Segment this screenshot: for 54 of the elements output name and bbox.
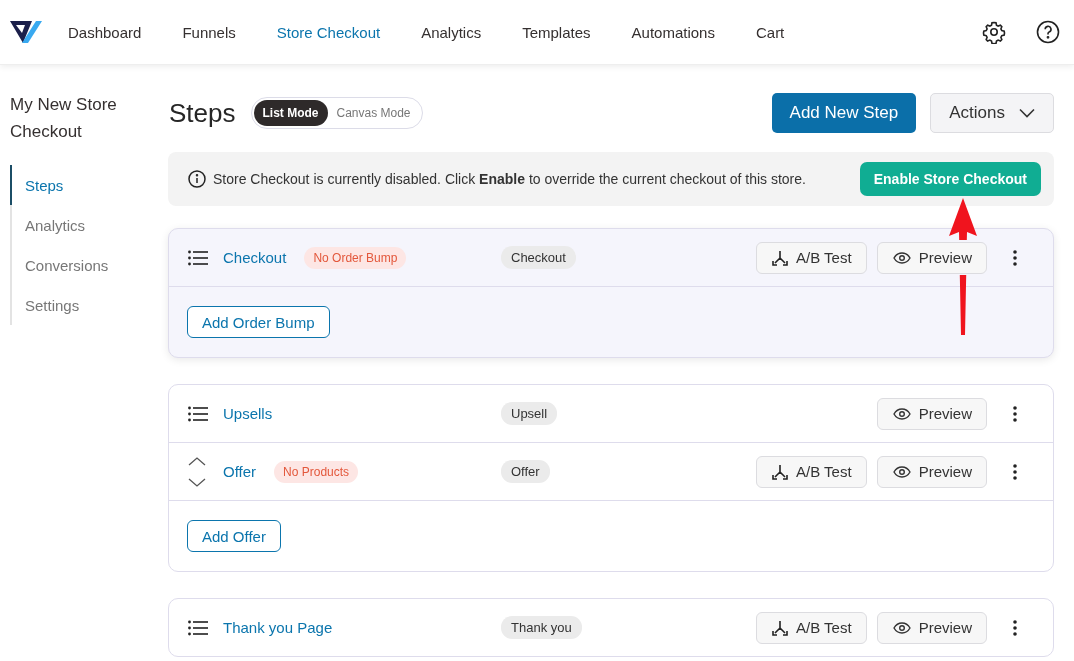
help-icon[interactable] — [1036, 20, 1060, 44]
nav-link[interactable]: Automations — [631, 23, 715, 41]
ab-test-button[interactable]: A/B Test — [756, 611, 867, 644]
preview-button[interactable]: Preview — [876, 611, 987, 644]
more-icon[interactable] — [1013, 405, 1017, 422]
info-icon — [188, 170, 206, 188]
sidebar-item[interactable]: Settings — [10, 285, 168, 325]
actions-dropdown[interactable]: Actions — [930, 93, 1054, 133]
settings-icon[interactable] — [982, 20, 1006, 44]
ab-test-button[interactable]: A/B Test — [756, 455, 867, 488]
step-link[interactable]: Upsells — [223, 405, 273, 422]
page-title: Steps — [169, 97, 236, 129]
more-icon[interactable] — [1013, 463, 1017, 480]
preview-button[interactable]: Preview — [876, 455, 987, 488]
nav-link[interactable]: Funnels — [182, 23, 236, 41]
warning-badge: No Products — [274, 460, 359, 483]
step-link[interactable]: Thank you Page — [223, 619, 333, 636]
add-step-button[interactable]: Add New Step — [771, 93, 917, 133]
preview-button[interactable]: Preview — [876, 397, 987, 430]
ab-test-button[interactable]: A/B Test — [756, 241, 867, 274]
warning-badge: No Order Bump — [304, 246, 407, 269]
split-icon — [772, 249, 789, 266]
eye-icon — [892, 621, 911, 634]
sidebar-item[interactable]: Analytics — [10, 205, 168, 245]
split-icon — [772, 463, 789, 480]
notice-text: Store Checkout is currently disabled. Click Enable to override the current checkout of this store. — [213, 171, 807, 187]
eye-icon — [892, 407, 911, 420]
step-link[interactable]: Checkout — [223, 249, 287, 266]
chevron-down-icon — [1019, 108, 1035, 118]
eye-icon — [892, 251, 911, 264]
eye-icon — [892, 465, 911, 478]
nav-link[interactable]: Templates — [522, 23, 591, 41]
step-link[interactable]: Offer — [223, 463, 257, 480]
nav-link[interactable]: Analytics — [421, 23, 482, 41]
step-type-tag: Offer — [501, 460, 550, 483]
add-button[interactable]: Add Order Bump — [187, 306, 330, 338]
sidebar-item[interactable]: Conversions — [10, 245, 168, 285]
step-type-tag: Upsell — [501, 402, 558, 425]
more-icon[interactable] — [1013, 249, 1017, 266]
mode-option[interactable]: List Mode — [253, 100, 328, 126]
step-type-tag: Checkout — [501, 246, 576, 269]
split-icon — [772, 619, 789, 636]
list-icon[interactable] — [188, 619, 208, 636]
add-button[interactable]: Add Offer — [187, 520, 281, 552]
more-icon[interactable] — [1013, 619, 1017, 636]
list-icon[interactable] — [188, 249, 208, 266]
nav-link[interactable]: Dashboard — [68, 23, 142, 41]
nav-link[interactable]: Cart — [755, 23, 785, 41]
step-type-tag: Thank you — [501, 616, 582, 639]
list-icon[interactable] — [188, 405, 208, 422]
sidebar-title: My New Store Checkout — [10, 94, 118, 143]
nav-link[interactable]: Store Checkout — [276, 23, 381, 41]
mode-option[interactable]: Canvas Mode — [327, 100, 420, 126]
preview-button[interactable]: Preview — [876, 241, 987, 274]
